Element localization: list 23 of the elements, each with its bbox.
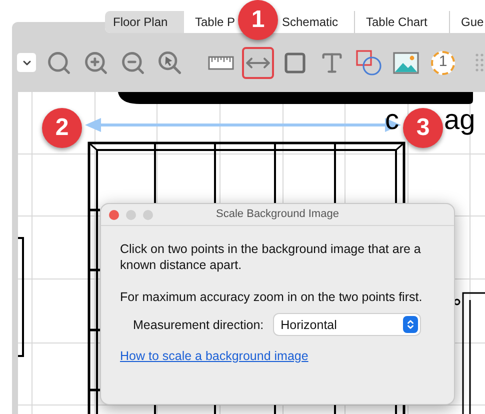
magnifier-cursor-icon — [157, 50, 183, 76]
dimension-tool[interactable] — [242, 46, 274, 78]
dropdown-button[interactable] — [17, 53, 36, 72]
direction-label: Measurement direction: — [133, 316, 264, 332]
callout-badge: 1 — [238, 0, 278, 40]
instruction-text: Click on two points in the background image that are a known distance apart. — [120, 241, 422, 273]
canvas-text: c — [385, 104, 399, 136]
zoom-out-icon — [120, 50, 146, 76]
image-icon — [393, 52, 419, 74]
chevron-up-down-icon — [404, 319, 416, 330]
tab[interactable]: Floor Plan — [105, 11, 184, 33]
help-link[interactable]: How to scale a background image — [120, 348, 308, 364]
dialog-title: Scale Background Image — [216, 207, 339, 222]
shapes-icon — [356, 50, 382, 76]
canvas-text: ag — [444, 104, 476, 136]
search-icon — [46, 50, 72, 76]
ruler-icon — [208, 56, 234, 70]
close-button[interactable] — [109, 210, 119, 220]
square-icon — [283, 50, 307, 74]
direction-select[interactable]: Horizontal — [274, 314, 420, 335]
instruction-text: For maximum accuracy zoom in on the two points first. — [120, 289, 424, 305]
dot-grid-icon — [475, 52, 485, 72]
zoom-in-icon — [83, 50, 109, 76]
